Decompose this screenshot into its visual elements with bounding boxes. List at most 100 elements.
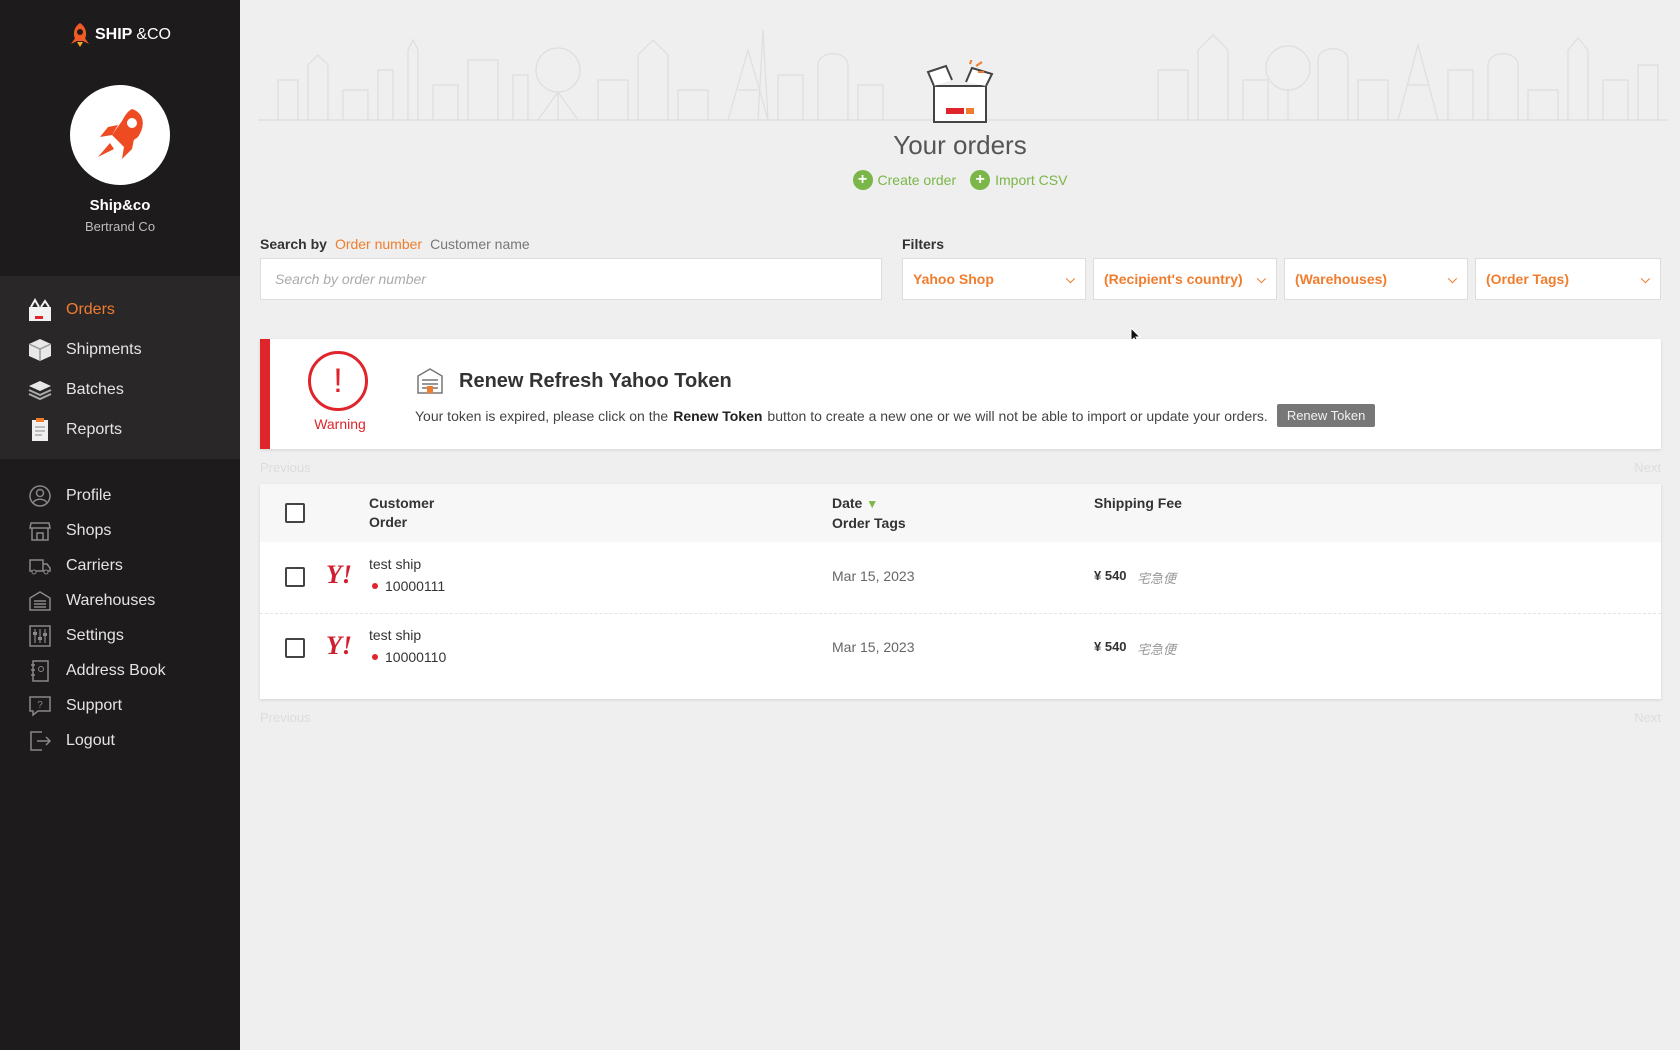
search-input[interactable]	[260, 258, 882, 300]
nav-item-settings[interactable]: Settings	[0, 618, 240, 653]
header-customer: Customer	[369, 495, 435, 511]
import-csv-button[interactable]: + Import CSV	[970, 170, 1067, 190]
search-option-order-number[interactable]: Order number	[335, 236, 422, 252]
nav-label: Reports	[66, 421, 123, 438]
secondary-nav: Profile Shops Carriers Warehouses Settin…	[0, 478, 240, 758]
sidebar: SHIP &CO Ship&co Bertrand Co Orders Shipm…	[0, 0, 240, 1050]
next-page-link[interactable]: Next	[1634, 460, 1661, 475]
warning-text-bold: Renew Token	[673, 407, 763, 424]
shipping-service: 宅急便	[1137, 571, 1177, 586]
create-order-button[interactable]: + Create order	[852, 170, 957, 190]
warning-title: Renew Refresh Yahoo Token	[459, 369, 732, 392]
nav-label: Support	[66, 696, 123, 714]
open-box-icon	[926, 60, 994, 123]
batches-icon	[26, 376, 54, 404]
nav-item-shipments[interactable]: Shipments	[0, 330, 240, 370]
nav-label: Logout	[66, 731, 115, 749]
nav-item-profile[interactable]: Profile	[0, 478, 240, 513]
order-date: Mar 15, 2023	[832, 568, 915, 584]
nav-label: Batches	[66, 381, 124, 398]
chevron-down-icon: ⌵	[1256, 271, 1266, 286]
yahoo-logo-icon: Y!	[326, 631, 352, 660]
nav-label: Orders	[66, 301, 115, 318]
renew-token-button[interactable]: Renew Token	[1276, 404, 1376, 427]
warning-message: Your token is expired, please click on t…	[415, 404, 1376, 427]
filter-country-value: (Recipient's country)	[1104, 271, 1243, 287]
warning-banner: ! Warning Renew Refresh Yahoo Token Your…	[260, 339, 1661, 449]
warning-title-row: Renew Refresh Yahoo Token	[415, 367, 732, 395]
nav-label: Profile	[66, 486, 112, 504]
filter-shop-value: Yahoo Shop	[913, 271, 994, 287]
filter-country-select[interactable]: (Recipient's country) ⌵	[1093, 258, 1277, 300]
table-header: Customer Order Date ▼ Order Tags Shippin…	[260, 484, 1661, 542]
chevron-down-icon: ⌵	[1640, 271, 1650, 286]
filter-tags-select[interactable]: (Order Tags) ⌵	[1475, 258, 1661, 300]
reports-icon	[26, 416, 54, 444]
yahoo-logo-icon: Y!	[326, 560, 352, 589]
header-order-tags: Order Tags	[832, 515, 906, 531]
header-shipping-fee: Shipping Fee	[1094, 495, 1182, 511]
avatar[interactable]	[70, 85, 170, 185]
customer-name: test ship	[369, 556, 422, 572]
filters-label: Filters	[902, 236, 945, 252]
order-number-text: 10000111	[385, 578, 446, 594]
shipments-icon	[26, 336, 54, 364]
filter-warehouses-select[interactable]: (Warehouses) ⌵	[1284, 258, 1468, 300]
main-nav: Orders Shipments Batches Reports	[0, 276, 240, 459]
header-date-sort[interactable]: Date ▼	[832, 494, 906, 514]
chevron-down-icon: ⌵	[1447, 271, 1457, 286]
shipping-fee: ¥ 540	[1094, 568, 1127, 583]
create-order-label: Create order	[877, 172, 957, 188]
brand-suffix: &CO	[136, 26, 171, 43]
nav-label: Address Book	[66, 661, 166, 679]
filter-shop-select[interactable]: Yahoo Shop ⌵	[902, 258, 1086, 300]
order-number[interactable]: 10000111	[372, 578, 445, 594]
header-actions: + Create order + Import CSV	[240, 170, 1680, 190]
nav-item-support[interactable]: ? Support	[0, 688, 240, 723]
brand-logo[interactable]: SHIP &CO	[0, 22, 240, 53]
previous-page-link[interactable]: Previous	[260, 460, 311, 475]
filter-warehouses-value: (Warehouses)	[1295, 271, 1388, 287]
warehouses-icon	[26, 587, 54, 615]
nav-label: Carriers	[66, 556, 123, 574]
table-row[interactable]: Y! test ship 10000111 Mar 15, 2023 ¥ 540…	[260, 542, 1661, 612]
nav-item-reports[interactable]: Reports	[0, 410, 240, 450]
nav-label: Settings	[66, 626, 124, 644]
shipping-fee: ¥ 540	[1094, 639, 1127, 654]
nav-item-orders[interactable]: Orders	[0, 290, 240, 330]
customer-name: test ship	[369, 627, 422, 643]
orders-icon	[26, 296, 54, 324]
account-company: Bertrand Co	[84, 219, 156, 234]
page-title: Your orders	[893, 130, 1027, 160]
nav-item-warehouses[interactable]: Warehouses	[0, 583, 240, 618]
profile-icon	[26, 482, 54, 510]
nav-item-shops[interactable]: Shops	[0, 513, 240, 548]
exclamation-icon: !	[308, 351, 368, 411]
header-order: Order	[369, 514, 408, 530]
account-name: Ship&co	[89, 197, 151, 214]
rocket-logo-icon	[70, 23, 89, 47]
search-by-label: Search by Order number Customer name	[260, 236, 530, 252]
next-page-link[interactable]: Next	[1634, 710, 1661, 725]
logout-icon	[26, 727, 54, 755]
plus-icon: +	[852, 170, 873, 190]
status-dot-icon	[372, 583, 378, 589]
warning-text-before: Your token is expired, please click on t…	[415, 407, 669, 424]
order-number[interactable]: 10000110	[372, 649, 446, 665]
settings-icon	[26, 622, 54, 650]
select-all-checkbox[interactable]	[285, 503, 305, 523]
pagination-bottom: Previous Next	[260, 710, 1661, 725]
plus-icon: +	[970, 170, 991, 190]
shops-icon	[26, 517, 54, 545]
chevron-down-icon: ⌵	[1065, 271, 1075, 286]
nav-item-batches[interactable]: Batches	[0, 370, 240, 410]
shipping-service: 宅急便	[1137, 642, 1177, 657]
table-row[interactable]: Y! test ship 10000110 Mar 15, 2023 ¥ 540…	[260, 613, 1661, 683]
nav-item-address-book[interactable]: Address Book	[0, 653, 240, 688]
row-checkbox[interactable]	[285, 567, 305, 587]
search-option-customer-name[interactable]: Customer name	[430, 236, 530, 252]
nav-item-logout[interactable]: Logout	[0, 723, 240, 758]
row-checkbox[interactable]	[285, 638, 305, 658]
previous-page-link[interactable]: Previous	[260, 710, 311, 725]
nav-item-carriers[interactable]: Carriers	[0, 548, 240, 583]
